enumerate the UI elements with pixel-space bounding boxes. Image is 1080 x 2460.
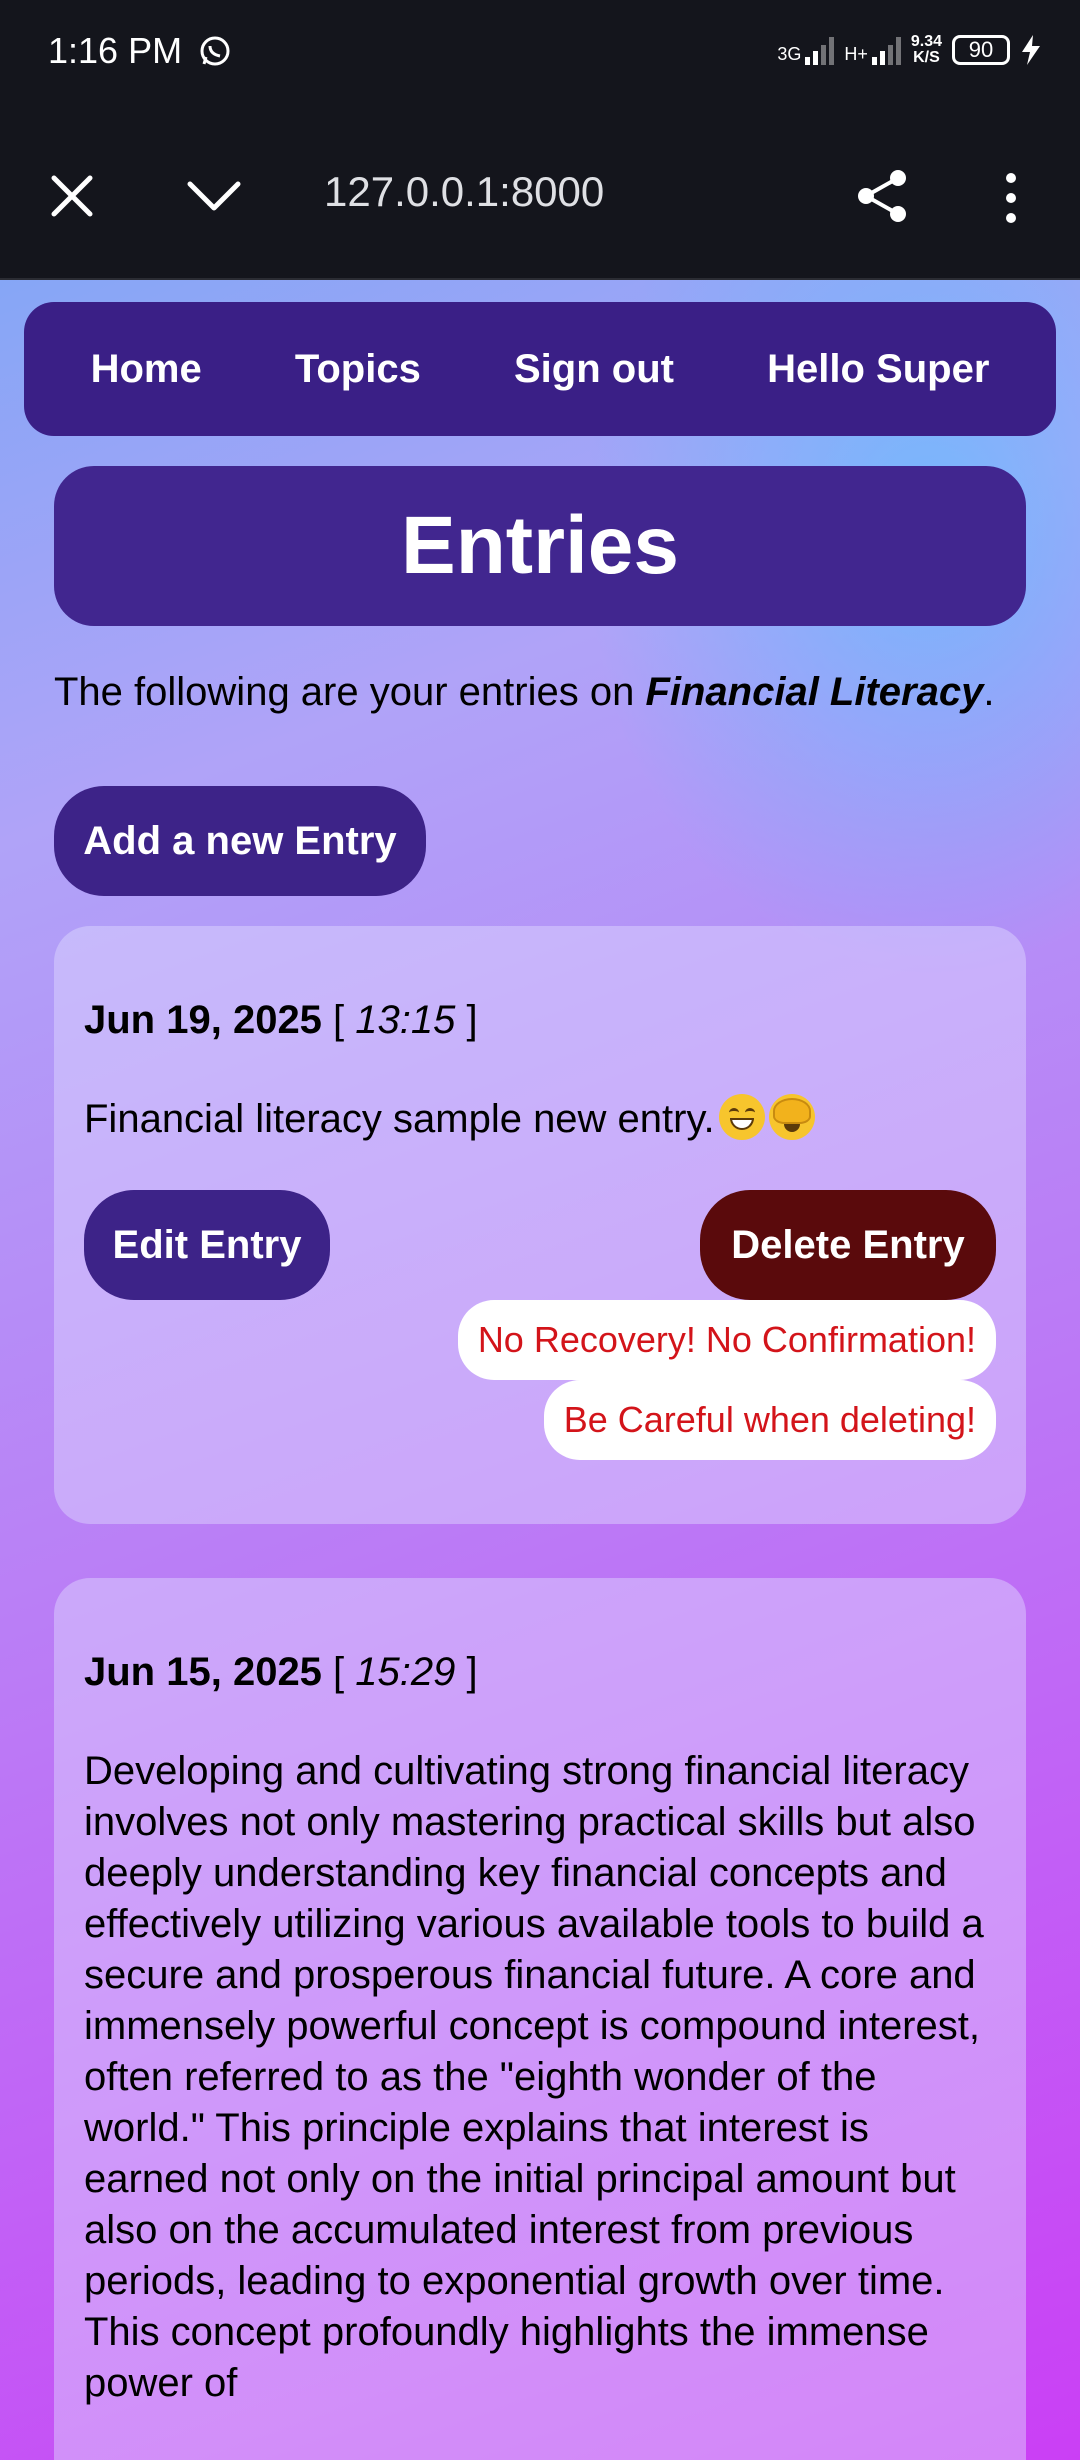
entry-text: Financial literacy sample new entry.: [84, 1097, 715, 1141]
intro-suffix: .: [983, 670, 995, 714]
battery-level: 90: [968, 37, 994, 62]
more-options-icon[interactable]: [996, 168, 1026, 228]
status-bar: 1:16 PM 3G H+ 9.34 K/S 90: [0, 0, 1080, 110]
signal-3g-icon: 3G: [777, 35, 835, 65]
signal-hplus-icon: H+: [844, 35, 901, 65]
network-speed: 9.34 K/S: [911, 34, 942, 66]
share-icon[interactable]: [852, 166, 912, 226]
entry-card: Jun 15, 2025 [ 15:29 ] Developing and cu…: [54, 1578, 1026, 2460]
status-time: 1:16 PM: [48, 30, 183, 71]
page-title-box: Entries: [54, 466, 1026, 626]
face-with-hand-over-eyes-emoji: [768, 1094, 815, 1140]
speed-value: 9.34: [910, 33, 942, 50]
entry-time: 13:15: [355, 998, 456, 1042]
entry-time: 15:29: [355, 1650, 456, 1694]
entry-date-line: Jun 15, 2025 [ 15:29 ]: [84, 1650, 478, 1694]
main-nav: Home Topics Sign out Hello Super: [24, 302, 1056, 436]
entry-text-line: Financial literacy sample new entry.: [84, 1094, 1004, 1145]
whatsapp-icon: [200, 36, 230, 66]
delete-warning-2: Be Careful when deleting!: [543, 1380, 996, 1460]
entry-text: Developing and cultivating strong financ…: [84, 1749, 984, 2405]
grinning-face-emoji: [718, 1094, 765, 1140]
charging-icon: [1022, 35, 1040, 65]
add-entry-button[interactable]: Add a new Entry: [54, 786, 426, 896]
nav-home-link[interactable]: Home: [91, 347, 202, 392]
chevron-down-icon[interactable]: [186, 176, 242, 216]
delete-entry-button[interactable]: Delete Entry: [700, 1190, 996, 1300]
intro-prefix: The following are your entries on: [54, 670, 646, 714]
edit-entry-button[interactable]: Edit Entry: [84, 1190, 330, 1300]
network-type-2: H+: [844, 44, 868, 64]
nav-user-greeting[interactable]: Hello Super: [767, 347, 989, 392]
browser-toolbar: 127.0.0.1:8000: [0, 110, 1080, 280]
topic-name: Financial Literacy: [645, 670, 984, 714]
entry-date: Jun 15, 2025: [84, 1650, 322, 1694]
close-icon[interactable]: [46, 170, 98, 222]
battery-indicator: 90: [952, 35, 1010, 65]
page-title: Entries: [401, 500, 679, 591]
entry-card: Jun 19, 2025 [ 13:15 ] Financial literac…: [54, 926, 1026, 1524]
nav-sign-out-link[interactable]: Sign out: [514, 347, 674, 392]
nav-topics-link[interactable]: Topics: [295, 347, 421, 392]
page-content: Home Topics Sign out Hello Super Entries…: [0, 280, 1080, 2460]
delete-warning-1: No Recovery! No Confirmation!: [457, 1300, 996, 1380]
intro-text: The following are your entries on Financ…: [54, 666, 1026, 718]
speed-unit: K/S: [913, 49, 940, 66]
url-display[interactable]: 127.0.0.1:8000: [324, 168, 604, 216]
entry-date-line: Jun 19, 2025 [ 13:15 ]: [84, 998, 478, 1042]
entry-date: Jun 19, 2025: [84, 998, 322, 1042]
network-type-1: 3G: [777, 44, 802, 64]
